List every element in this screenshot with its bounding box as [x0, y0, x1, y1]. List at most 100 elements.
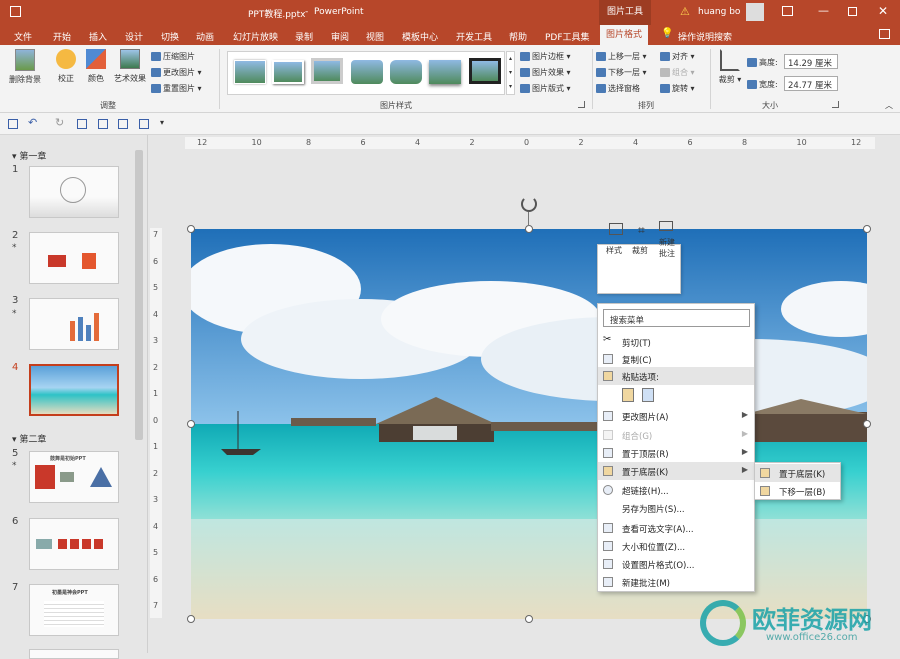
gallery-more-icon[interactable]: ▴ ▾ ▾ [506, 51, 515, 95]
tab-home[interactable]: 开始 [53, 30, 71, 43]
tab-review[interactable]: 审阅 [331, 30, 349, 43]
menu-change-picture[interactable]: 更改图片(A) ▶ [598, 407, 754, 425]
remove-background-button[interactable]: 删除背景 [6, 49, 44, 85]
tab-developer[interactable]: 开发工具 [456, 30, 492, 43]
tab-insert[interactable]: 插入 [89, 30, 107, 43]
width-input[interactable]: 24.77 厘米 [784, 76, 838, 91]
menu-alt-text[interactable]: 查看可选文字(A)... [598, 519, 754, 537]
user-name[interactable]: huang bo [698, 7, 740, 17]
picture-styles-gallery[interactable] [227, 51, 505, 95]
tab-view[interactable]: 视图 [366, 30, 384, 43]
slide-thumb-5[interactable]: 鼓舞是初始PPT [29, 451, 119, 503]
minimize-icon[interactable]: — [818, 4, 829, 17]
crop-button[interactable]: 裁剪 ▾ [716, 49, 744, 85]
slide-thumb-8[interactable] [29, 649, 119, 659]
tab-file[interactable]: 文件 [14, 30, 32, 43]
resize-handle-s[interactable] [525, 615, 533, 623]
group-button[interactable]: 组合 ▾ [660, 67, 695, 78]
from-beginning-icon[interactable] [77, 119, 87, 129]
color-button[interactable]: 颜色 [83, 49, 109, 84]
menu-cut[interactable]: ✂ 剪切(T) [598, 333, 754, 351]
menu-format-picture[interactable]: 设置图片格式(O)... [598, 555, 754, 573]
menu-copy[interactable]: 复制(C) [598, 350, 754, 368]
corrections-button[interactable]: 校正 [52, 49, 80, 84]
slide-thumb-1[interactable] [29, 166, 119, 218]
slide-thumb-3[interactable] [29, 298, 119, 350]
menu-save-as-picture[interactable]: 另存为图片(S)... [598, 499, 754, 517]
collapse-ribbon-icon[interactable]: ︿ [885, 100, 893, 111]
redo-icon[interactable]: ↻ [55, 116, 64, 129]
tab-picture-format[interactable]: 图片格式 [600, 25, 649, 45]
style-thumb[interactable] [272, 60, 304, 84]
paste-picture-icon[interactable] [622, 388, 634, 402]
screenshot-icon[interactable] [118, 119, 128, 129]
resize-handle-nw[interactable] [187, 225, 195, 233]
save-icon[interactable] [8, 119, 18, 129]
tab-help[interactable]: 帮助 [509, 30, 527, 43]
menu-bring-to-front[interactable]: 置于顶层(R) ▶ [598, 444, 754, 462]
comment-icon[interactable] [879, 29, 890, 39]
menu-hyperlink[interactable]: 超链接(H)... [598, 481, 754, 499]
slide-thumb-4-selected[interactable] [29, 364, 119, 416]
reset-picture-button[interactable]: 重置图片 ▾ [151, 83, 202, 94]
menu-send-to-back[interactable]: 置于底层(K) ▶ [598, 462, 754, 480]
ribbon-display-icon[interactable] [782, 6, 793, 16]
undo-icon[interactable]: ↶ [28, 116, 37, 129]
dialog-launcher-icon[interactable] [578, 101, 585, 108]
style-button[interactable]: 样式 [602, 223, 630, 293]
maximize-icon[interactable] [848, 7, 857, 16]
bring-forward-button[interactable]: 上移一层 ▾ [596, 51, 647, 62]
change-picture-button[interactable]: 更改图片 ▾ [151, 67, 202, 78]
avatar[interactable] [746, 3, 764, 21]
rotate-handle-icon[interactable] [521, 196, 537, 212]
tab-record[interactable]: 录制 [295, 30, 313, 43]
tab-template[interactable]: 模板中心 [402, 30, 438, 43]
tell-me-search[interactable]: 操作说明搜索 [678, 30, 732, 43]
submenu-send-backward[interactable]: 下移一层(B) [755, 482, 840, 500]
send-backward-button[interactable]: 下移一层 ▾ [596, 67, 647, 78]
resize-handle-w[interactable] [187, 420, 195, 428]
tab-pdf[interactable]: PDF工具集 [545, 30, 590, 43]
menu-new-comment[interactable]: 新建批注(M) [598, 573, 754, 591]
slide-thumb-6[interactable] [29, 518, 119, 570]
paste-keep-icon[interactable] [642, 388, 654, 402]
presenter-icon[interactable] [139, 119, 149, 129]
style-thumb[interactable] [234, 60, 266, 84]
resize-handle-ne[interactable] [863, 225, 871, 233]
style-thumb[interactable] [469, 58, 501, 84]
save-icon[interactable] [10, 6, 21, 17]
menu-group[interactable]: 组合(G) ▶ [598, 426, 754, 444]
picture-border-button[interactable]: 图片边框 ▾ [520, 51, 571, 62]
crop-button-mini[interactable]: ⌗ 裁剪 [630, 223, 654, 293]
search-menu-input[interactable]: 搜索菜单 [603, 309, 750, 327]
resize-handle-n[interactable] [525, 225, 533, 233]
height-input[interactable]: 14.29 厘米 [784, 54, 838, 69]
panel-scrollbar[interactable] [135, 150, 143, 440]
artistic-effects-button[interactable]: 艺术效果 [110, 49, 150, 84]
new-slide-icon[interactable] [98, 119, 108, 129]
submenu-send-to-back[interactable]: 置于底层(K) [755, 464, 840, 482]
tab-transitions[interactable]: 切换 [161, 30, 179, 43]
resize-handle-sw[interactable] [187, 615, 195, 623]
slide-thumb-2[interactable] [29, 232, 119, 284]
slide-thumb-7[interactable]: 初墨是神会PPT [29, 584, 119, 636]
style-thumb[interactable] [311, 58, 343, 84]
section-header[interactable]: ▾ 第一章 [12, 149, 46, 162]
align-button[interactable]: 对齐 ▾ [660, 51, 695, 62]
tab-animations[interactable]: 动画 [196, 30, 214, 43]
picture-effects-button[interactable]: 图片效果 ▾ [520, 67, 571, 78]
style-thumb[interactable] [390, 60, 422, 84]
selected-picture[interactable] [191, 229, 867, 619]
compress-pictures-button[interactable]: 压缩图片 [151, 51, 195, 62]
customize-qat-icon[interactable]: ▾ [160, 118, 164, 127]
tab-design[interactable]: 设计 [125, 30, 143, 43]
rotate-button[interactable]: 旋转 ▾ [660, 83, 695, 94]
section-header[interactable]: ▾ 第二章 [12, 432, 46, 445]
menu-size-position[interactable]: 大小和位置(Z)... [598, 537, 754, 555]
selection-pane-button[interactable]: 选择窗格 [596, 83, 640, 94]
dialog-launcher-icon[interactable] [832, 101, 839, 108]
picture-layout-button[interactable]: 图片版式 ▾ [520, 83, 571, 94]
new-comment-button-mini[interactable]: 新建批注 [656, 221, 678, 285]
resize-handle-e[interactable] [863, 420, 871, 428]
close-icon[interactable]: ✕ [878, 4, 888, 18]
